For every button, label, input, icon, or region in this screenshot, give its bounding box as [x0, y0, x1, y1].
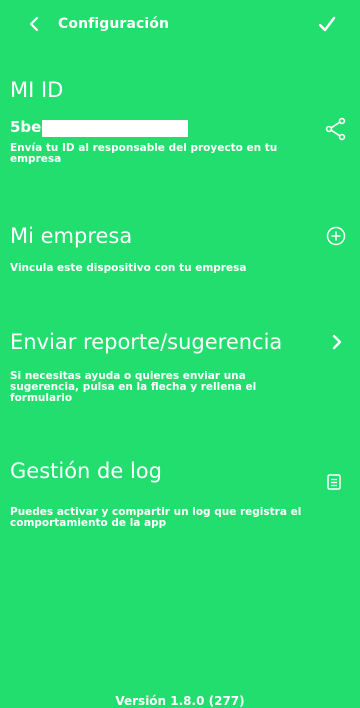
my-id-description: Envía tu ID al responsable del proyecto …: [10, 142, 278, 165]
check-icon: [318, 16, 336, 32]
my-id-value: 5be: [10, 118, 42, 136]
add-company-button[interactable]: [324, 224, 348, 248]
company-description: Vincula este dispositivo con tu empresa: [10, 262, 247, 274]
log-title: Gestión de log: [10, 459, 162, 483]
report-section: Enviar reporte/sugerencia: [10, 330, 350, 354]
share-id-button[interactable]: [323, 116, 349, 142]
my-id-row: 5be: [10, 118, 210, 138]
log-management-button[interactable]: [325, 473, 343, 491]
top-bar: Configuración: [0, 0, 360, 50]
share-icon: [325, 117, 346, 141]
page-title: Configuración: [58, 16, 170, 32]
my-id-title: MI ID: [10, 78, 64, 102]
my-id-section: MI ID: [10, 78, 350, 102]
confirm-button[interactable]: [317, 14, 337, 34]
add-circle-icon: [326, 226, 346, 246]
send-report-button[interactable]: [328, 330, 346, 354]
chevron-right-icon: [332, 334, 342, 350]
company-section: Mi empresa: [10, 224, 350, 248]
chevron-left-icon: [29, 16, 39, 32]
back-button[interactable]: [25, 12, 45, 36]
report-title: Enviar reporte/sugerencia: [10, 330, 283, 354]
report-description: Si necesitas ayuda o quieres enviar una …: [10, 370, 257, 404]
log-section: Gestión de log: [10, 459, 350, 483]
company-title: Mi empresa: [10, 224, 133, 248]
my-id-redaction: [42, 120, 188, 137]
log-description: Puedes activar y compartir un log que re…: [10, 506, 302, 529]
document-icon: [327, 474, 341, 490]
